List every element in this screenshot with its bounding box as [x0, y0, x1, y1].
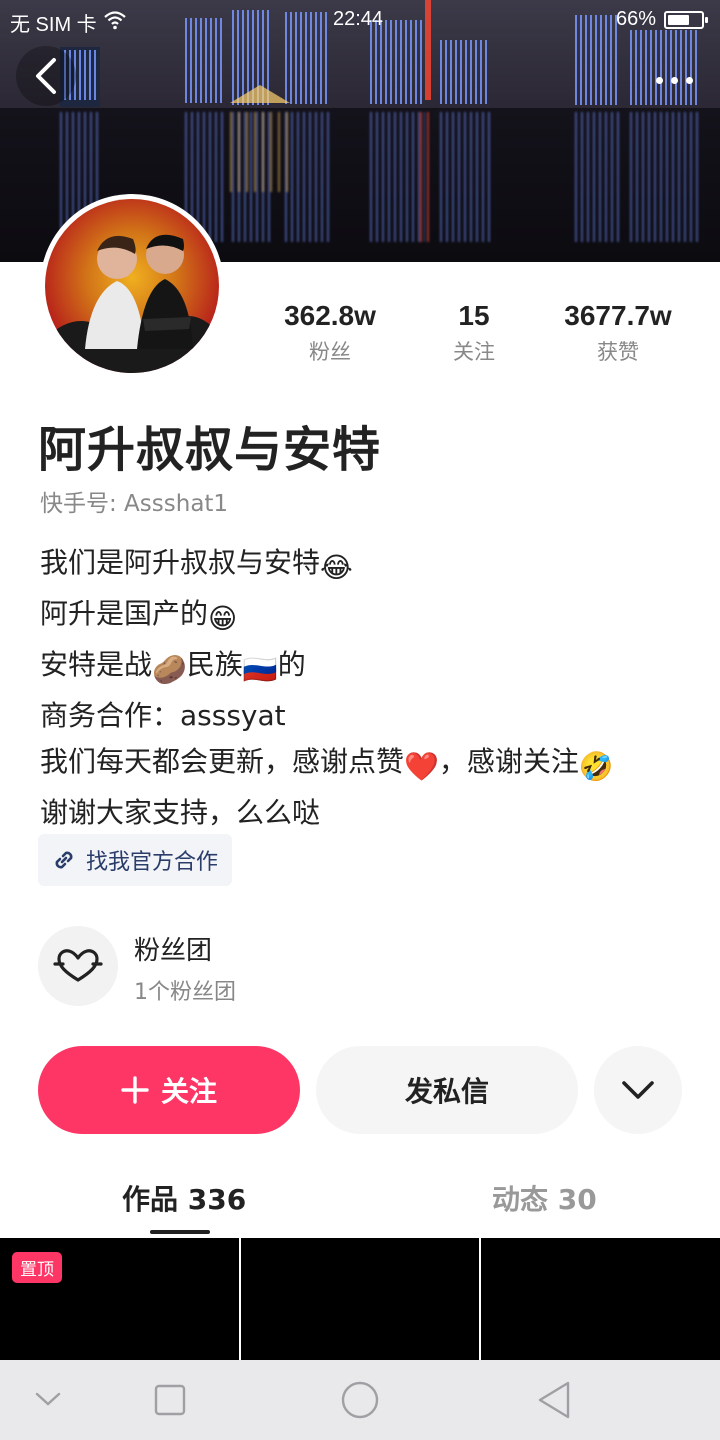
- bio-line: 商务合作：asssyat: [40, 699, 286, 732]
- fan-group-subtitle: 1个粉丝团: [134, 980, 236, 1005]
- fan-group-heart-icon: [38, 926, 118, 1006]
- system-navigation-bar: [0, 1360, 720, 1440]
- bio-line: 阿升是国产的😁: [40, 591, 614, 642]
- stat-value: 3677.7w: [564, 300, 672, 331]
- back-arrow-icon: [36, 58, 56, 94]
- back-button[interactable]: [16, 46, 76, 106]
- hide-nav-chevron-icon[interactable]: [34, 1390, 62, 1408]
- video-thumbnail[interactable]: 置顶: [0, 1238, 239, 1360]
- profile-name: 阿升叔叔与安特: [38, 422, 382, 478]
- stat-value: 362.8w: [284, 300, 376, 331]
- avatar[interactable]: [40, 194, 224, 378]
- video-grid: 置顶: [0, 1238, 720, 1360]
- active-tab-indicator: [150, 1230, 210, 1234]
- fan-group-title: 粉丝团: [134, 936, 213, 966]
- more-options-button[interactable]: [644, 58, 704, 102]
- battery-icon: [664, 10, 708, 29]
- tab-works[interactable]: 作品 336: [122, 1178, 246, 1218]
- stat-value: 15: [458, 300, 490, 331]
- pinned-badge: 置顶: [12, 1252, 62, 1283]
- stat-likes[interactable]: 3677.7w 获赞: [548, 300, 688, 366]
- message-label: 发私信: [404, 1075, 489, 1108]
- follow-label: 关注: [160, 1075, 217, 1108]
- potato-emoji-icon: 🥔: [152, 653, 187, 686]
- stat-label: 粉丝: [309, 340, 351, 364]
- bio-line: 谢谢大家支持，么么哒: [40, 796, 321, 829]
- stat-label: 关注: [453, 340, 495, 364]
- user-id: 快手号: Assshat1: [40, 491, 229, 517]
- battery-percent: 66%: [615, 8, 656, 30]
- stat-label: 获赞: [597, 340, 639, 364]
- wifi-icon: [103, 10, 127, 36]
- video-thumbnail[interactable]: [481, 1238, 720, 1360]
- bio-line: 我们每天都会更新，感谢点赞❤️，感谢关注🤣: [40, 739, 614, 790]
- bio: 我们是阿升叔叔与安特😂 阿升是国产的😁 安特是战🥔民族🇷🇺的 商务合作：asss…: [40, 540, 614, 836]
- grin-emoji-icon: 😁: [208, 602, 238, 635]
- rofl-emoji-icon: 🤣: [578, 750, 614, 783]
- fan-group[interactable]: 粉丝团 1个粉丝团: [38, 926, 236, 1006]
- back-triangle-icon[interactable]: [536, 1380, 572, 1420]
- send-message-button[interactable]: 发私信: [316, 1046, 578, 1134]
- video-thumbnail[interactable]: [240, 1238, 480, 1360]
- recent-apps-square-icon[interactable]: [154, 1384, 186, 1416]
- status-bar: 无 SIM 卡 22:44 66%: [0, 0, 720, 38]
- bio-line: 安特是战🥔民族🇷🇺的: [40, 642, 614, 693]
- stat-fans[interactable]: 362.8w 粉丝: [260, 300, 400, 366]
- bio-line: 我们是阿升叔叔与安特😂: [40, 540, 614, 591]
- russia-flag-icon: 🇷🇺: [242, 653, 278, 686]
- carrier-label: 无 SIM 卡: [10, 14, 97, 36]
- more-actions-dropdown-button[interactable]: [594, 1046, 682, 1134]
- tears-of-joy-emoji-icon: 😂: [320, 551, 353, 584]
- heart-emoji-icon: ❤️: [404, 750, 439, 783]
- tab-moments[interactable]: 动态 30: [492, 1178, 597, 1218]
- stat-following[interactable]: 15 关注: [404, 300, 544, 366]
- follow-button[interactable]: 关注: [38, 1046, 300, 1134]
- plus-icon: [121, 1076, 149, 1104]
- official-cooperation-link[interactable]: 找我官方合作: [38, 834, 233, 886]
- chevron-down-icon: [622, 1081, 654, 1099]
- clock: 22:44: [333, 8, 384, 30]
- link-icon: [55, 851, 73, 869]
- home-circle-icon[interactable]: [340, 1380, 380, 1420]
- link-label: 找我官方合作: [86, 850, 219, 875]
- more-dots-icon: [655, 76, 663, 84]
